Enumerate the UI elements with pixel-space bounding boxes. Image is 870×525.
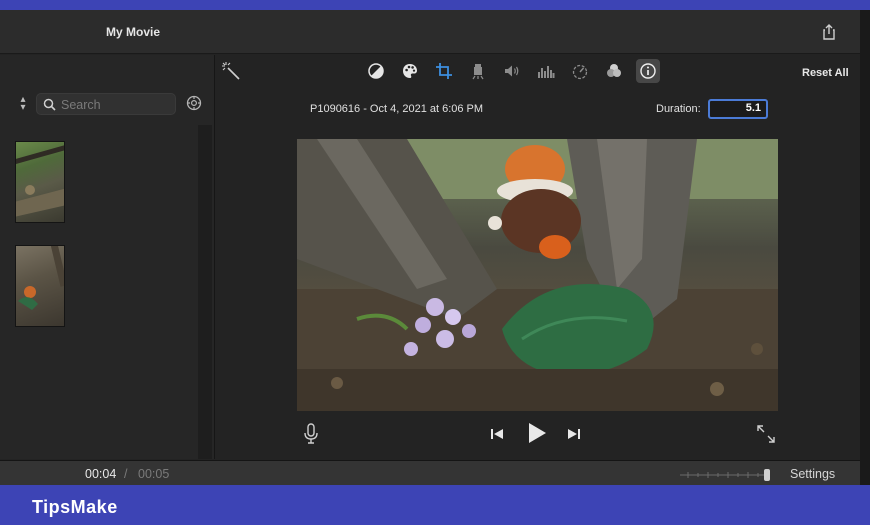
duration-field[interactable]: 5.1 xyxy=(708,99,768,119)
crop-icon xyxy=(436,63,452,79)
share-icon xyxy=(823,24,835,40)
library-search-row: ▴ ▾ xyxy=(0,91,215,117)
color-palette-icon xyxy=(403,64,417,78)
clip-info-button[interactable] xyxy=(636,59,660,83)
timeline-zoom-slider[interactable] xyxy=(680,468,772,481)
gear-icon[interactable] xyxy=(185,94,203,112)
current-time: 00:04 xyxy=(85,467,117,481)
speed-icon xyxy=(572,64,588,80)
imovie-window: My Movie ▴ ▾ Search Reset All P1090616 -… xyxy=(0,10,860,485)
clip-thumbnail[interactable] xyxy=(15,245,65,327)
search-input[interactable] xyxy=(61,97,171,112)
magic-wand-icon xyxy=(222,62,240,80)
video-preview[interactable] xyxy=(297,139,778,411)
timeline-header: 00:04 / 00:05 Settings xyxy=(0,460,860,485)
top-border-band xyxy=(0,0,870,10)
skip-back-icon xyxy=(491,429,503,439)
viewer-pane: Reset All P1090616 - Oct 4, 2021 at 6:06… xyxy=(216,55,860,459)
clip-filter-button[interactable] xyxy=(602,59,626,83)
library-scrollbar[interactable] xyxy=(198,125,212,459)
search-icon xyxy=(43,98,56,111)
microphone-icon xyxy=(304,423,318,444)
play-button[interactable] xyxy=(527,422,547,444)
skip-forward-button[interactable] xyxy=(566,426,582,442)
settings-button[interactable]: Settings xyxy=(790,467,835,481)
noise-equalizer-button[interactable] xyxy=(534,59,558,83)
color-correction-button[interactable] xyxy=(398,59,422,83)
stabilization-icon xyxy=(472,64,484,80)
voiceover-button[interactable] xyxy=(303,423,319,445)
volume-button[interactable] xyxy=(500,59,524,83)
duration-label: Duration: xyxy=(656,103,701,115)
speed-button[interactable] xyxy=(568,59,592,83)
enhance-button[interactable] xyxy=(220,60,242,82)
time-separator: / xyxy=(124,467,128,481)
skip-back-button[interactable] xyxy=(489,426,505,442)
title-bar: My Movie xyxy=(0,10,860,54)
play-icon xyxy=(529,423,546,443)
sort-chevrons-icon[interactable]: ▴ ▾ xyxy=(18,95,28,113)
brand-watermark: TipsMake xyxy=(32,497,118,517)
noise-equalizer-icon xyxy=(538,66,555,78)
expand-icon xyxy=(757,425,775,443)
crop-button[interactable] xyxy=(432,59,456,83)
color-balance-button[interactable] xyxy=(364,59,388,83)
window-edge xyxy=(860,10,870,485)
clip-filter-icon xyxy=(607,64,621,77)
info-icon xyxy=(640,63,656,79)
duration-value: 5.1 xyxy=(745,102,761,114)
search-field[interactable] xyxy=(36,93,176,115)
clip-info-label: P1090616 - Oct 4, 2021 at 6:06 PM xyxy=(310,103,484,115)
skip-forward-icon xyxy=(568,429,580,439)
preview-frame xyxy=(297,139,778,411)
library-pane: ▴ ▾ xyxy=(0,55,215,459)
stabilization-button[interactable] xyxy=(466,59,490,83)
fullscreen-button[interactable] xyxy=(756,424,776,444)
share-button[interactable] xyxy=(820,23,838,41)
total-time: 00:05 xyxy=(138,467,170,481)
volume-icon xyxy=(505,65,519,77)
window-title: My Movie xyxy=(106,25,161,39)
color-balance-icon xyxy=(368,63,384,79)
clip-thumbnail[interactable] xyxy=(15,141,65,223)
reset-all-button[interactable]: Reset All xyxy=(802,67,849,79)
